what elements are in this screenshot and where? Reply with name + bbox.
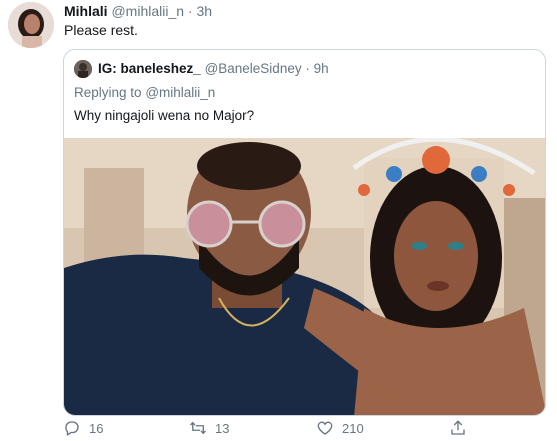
separator: · xyxy=(305,61,310,76)
author-name[interactable]: Mihlali xyxy=(64,3,108,19)
heart-icon xyxy=(317,421,333,435)
share-icon xyxy=(451,420,465,435)
replying-to: Replying to @mihlalii_n xyxy=(74,85,215,100)
quoted-time: 9h xyxy=(313,61,329,76)
tweet-text: Please rest. xyxy=(64,22,138,38)
quoted-author-handle: @BaneleSidney xyxy=(204,61,302,76)
retweet-icon xyxy=(190,421,206,435)
author-avatar[interactable] xyxy=(8,2,54,48)
like-count: 210 xyxy=(342,420,364,436)
tweet-header: Mihlali @mihlalii_n · 3h xyxy=(64,3,212,21)
quoted-author-avatar xyxy=(74,60,92,78)
like-button[interactable]: 210 xyxy=(316,418,364,438)
retweet-button[interactable]: 13 xyxy=(189,418,229,438)
separator: · xyxy=(187,3,193,19)
share-button[interactable] xyxy=(449,418,467,438)
reply-icon xyxy=(65,421,79,436)
tweet-actions: 16 13 210 xyxy=(63,418,483,438)
reply-count: 16 xyxy=(89,420,104,436)
reply-button[interactable]: 16 xyxy=(63,418,103,438)
quoted-author-name: IG: baneleshez_ xyxy=(98,61,201,76)
replying-prefix: Replying to xyxy=(74,85,142,100)
tweet-time[interactable]: 3h xyxy=(196,3,212,19)
quoted-tweet[interactable]: IG: baneleshez_ @BaneleSidney · 9h Reply… xyxy=(63,49,546,416)
replying-mention[interactable]: @mihlalii_n xyxy=(145,85,215,100)
quoted-text: Why ningajoli wena no Major? xyxy=(74,108,255,123)
retweet-count: 13 xyxy=(215,420,230,436)
author-handle[interactable]: @mihlalii_n xyxy=(111,3,184,19)
quoted-photo[interactable] xyxy=(64,138,545,415)
quoted-header: IG: baneleshez_ @BaneleSidney · 9h xyxy=(98,61,329,76)
